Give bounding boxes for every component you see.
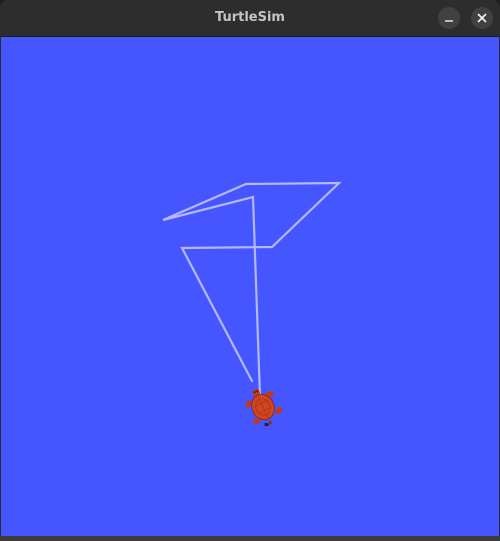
pen-trail [162, 181, 342, 399]
drawing-area [162, 181, 342, 427]
minimize-button[interactable] [438, 7, 460, 29]
minimize-icon [444, 20, 454, 22]
turtle-canvas[interactable] [1, 37, 499, 536]
close-button[interactable] [471, 7, 493, 29]
window-title: TurtleSim [215, 10, 285, 25]
turtle-icon [245, 388, 283, 427]
close-icon [477, 13, 487, 23]
title-bar[interactable]: TurtleSim [0, 0, 500, 37]
turtlesim-window: TurtleSim [0, 0, 500, 541]
window-bottom-edge [0, 536, 500, 541]
